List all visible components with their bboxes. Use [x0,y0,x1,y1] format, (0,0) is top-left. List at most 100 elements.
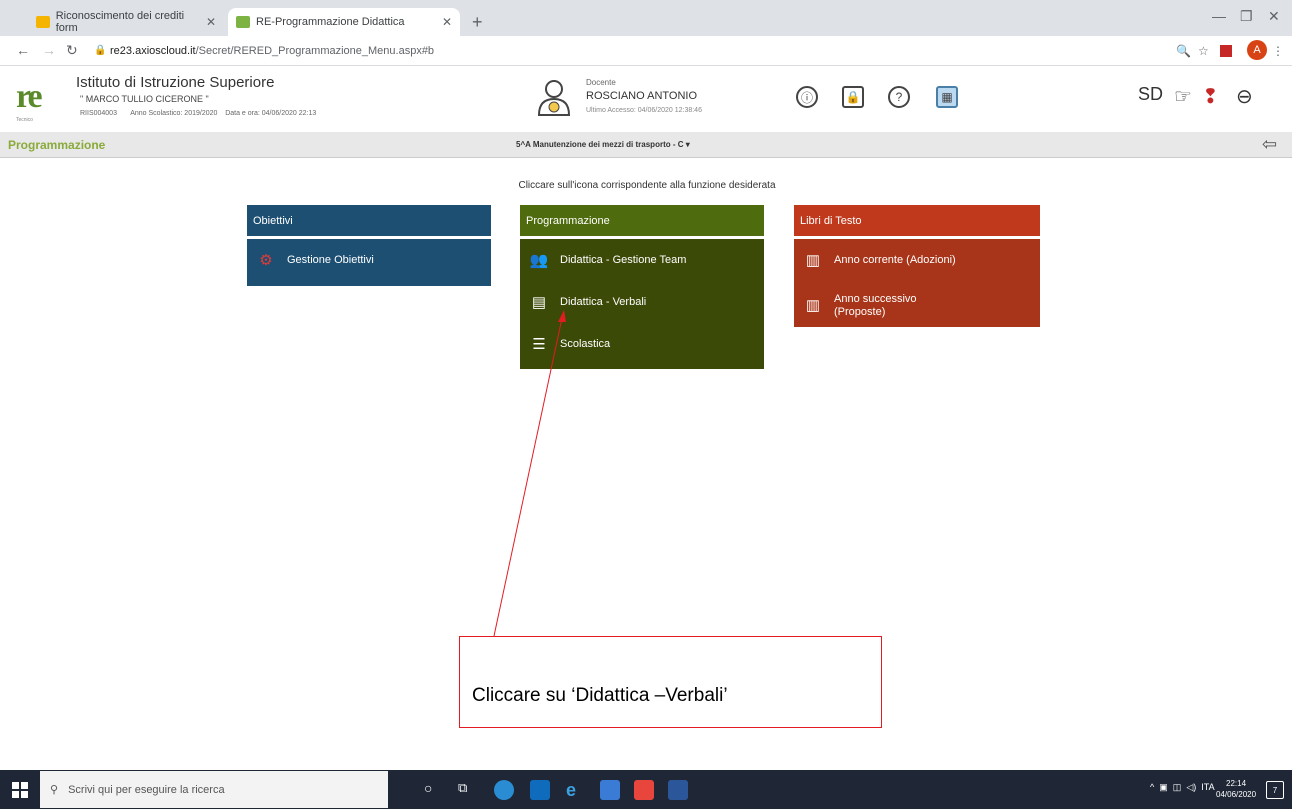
school-name: Istituto di Istruzione Superiore [76,74,275,91]
search-placeholder: Scrivi qui per eseguire la ricerca [68,783,225,796]
zoom-icon[interactable]: 🔍 [1176,44,1191,58]
panel-header: Obiettivi [247,205,491,236]
alert-icon[interactable]: ❢ [1202,84,1219,109]
info-circle-icon[interactable]: ⓘ [796,86,818,108]
language-indicator[interactable]: ITA [1201,782,1214,792]
team-icon: 👥 [529,252,549,269]
browser-tab-inactive[interactable]: Riconoscimento dei crediti form ✕ [28,8,224,36]
browser-tab-active[interactable]: RE-Programmazione Didattica ✕ [228,8,460,36]
panel-header: Programmazione [520,205,764,236]
reload-icon[interactable]: ↻ [66,42,78,59]
windows-taskbar: ⚲ Scrivi qui per eseguire la ricerca ○ ⧉… [0,770,1292,809]
panel-body: ⚙ Gestione Obiettivi [247,239,491,286]
books-icon: ▥ [805,252,821,269]
minimize-button[interactable]: — [1212,8,1226,24]
notification-center-icon[interactable]: 7 [1266,781,1284,799]
extension-icon[interactable] [1220,45,1232,57]
menu-item-label: Gestione Obiettivi [287,254,374,266]
back-arrow-icon[interactable]: ⇦ [1262,134,1277,155]
url-field[interactable]: re23.axioscloud.it /Secret/RERED_Program… [110,40,1170,62]
profile-avatar[interactable]: A [1247,40,1267,60]
tab-favicon-icon [236,16,250,28]
close-window-button[interactable]: ✕ [1268,8,1280,25]
close-tab-icon[interactable]: ✕ [206,15,216,29]
cortana-icon[interactable]: ○ [424,780,444,800]
clock-time: 22:14 [1226,779,1247,788]
taskbar-search-input[interactable]: ⚲ Scrivi qui per eseguire la ricerca [40,771,388,808]
hand-icon[interactable]: ☞ [1174,84,1192,109]
school-code: RIIS004003 [80,110,117,117]
menu-item-label: Anno corrente (Adozioni) [834,254,956,266]
menu-dots-icon[interactable]: ⋮ [1272,44,1284,58]
app-logo: re [16,78,43,115]
volume-icon[interactable]: ◁) [1186,782,1196,792]
word-icon[interactable] [668,780,688,800]
menu-item-gestione-obiettivi[interactable]: ⚙ Gestione Obiettivi [247,239,491,281]
menu-item-scolastica[interactable]: ☰ Scolastica [520,323,764,365]
forward-arrow-icon[interactable]: → [42,42,56,58]
menu-item-anno-successivo[interactable]: ▥ Anno successivo (Proposte) [794,281,1040,331]
panel-libri-di-testo: Libri di Testo ▥ Anno corrente (Adozioni… [794,205,1040,327]
windows-start-icon[interactable] [12,782,28,798]
document-icon: ▤ [531,294,547,311]
task-view-icon[interactable]: ⧉ [458,780,478,800]
menu-item-didattica-verbali[interactable]: ▤ Didattica - Verbali [520,281,764,323]
outlook-icon[interactable] [530,780,550,800]
chevron-up-icon[interactable]: ^ [1150,782,1154,792]
lock-icon[interactable]: 🔒 [842,86,864,108]
menu-item-didattica-gestione-team[interactable]: 👥 Didattica - Gestione Team [520,239,764,281]
url-path: /Secret/RERED_Programmazione_Menu.aspx#b [195,45,435,57]
user-name: ROSCIANO ANTONIO [586,90,698,102]
sd-logo-icon[interactable]: SD [1138,84,1163,105]
ie-icon[interactable]: e [566,780,586,800]
section-title: Programmazione [8,138,106,152]
back-arrow-icon[interactable]: ← [16,42,30,58]
panel-programmazione: Programmazione 👥 Didattica - Gestione Te… [520,205,764,369]
search-icon: ⚲ [50,784,59,796]
app-header: re Tecnico Istituto di Istruzione Superi… [0,66,1292,128]
menu-item-label: Anno successivo (Proposte) [834,292,917,318]
network-icon[interactable]: ▣ [1159,782,1168,792]
close-tab-icon[interactable]: ✕ [442,15,452,29]
logout-icon[interactable]: ⊖ [1236,84,1253,109]
menu-item-anno-corrente[interactable]: ▥ Anno corrente (Adozioni) [794,239,1040,281]
system-tray[interactable]: ^ ▣ ◫ ◁) ITA [1150,782,1215,793]
date-time: Data e ora: 04/06/2020 22:13 [225,110,317,117]
school-meta: RIIS004003 Anno Scolastico: 2019/2020 Da… [80,110,316,117]
browser-tab-bar: Riconoscimento dei crediti form ✕ RE-Pro… [0,0,1292,36]
section-bar: Programmazione 5^A Manutenzione dei mezz… [0,132,1292,158]
maximize-button[interactable]: ❐ [1240,8,1253,25]
logo-subtitle: Tecnico [16,117,33,123]
last-access: Ultimo Accesso: 04/06/2020 12:38:46 [586,107,702,114]
edge-icon[interactable] [494,780,514,800]
callout-text: Cliccare su ‘Didattica –Verbali’ [472,685,728,706]
help-icon[interactable]: ? [888,86,910,108]
new-tab-button[interactable]: + [472,12,483,33]
menu-item-label: Didattica - Gestione Team [560,254,687,266]
chrome-icon[interactable] [634,780,654,800]
wifi-icon[interactable]: ◫ [1173,782,1182,792]
tab-title: Riconoscimento dei crediti form [55,10,185,34]
mail-icon[interactable] [600,780,620,800]
tab-favicon-icon [36,16,50,28]
instruction-text: Cliccare sull'icona corrispondente alla … [518,180,776,191]
books-next-icon: ▥ [805,297,821,314]
panel-body: 👥 Didattica - Gestione Team ▤ Didattica … [520,239,764,369]
class-selector[interactable]: 5^A Manutenzione dei mezzi di trasporto … [516,140,690,149]
taskbar-clock[interactable]: 22:14 04/06/2020 [1216,778,1256,800]
annotation-callout: Cliccare su ‘Didattica –Verbali’ [459,636,882,728]
browser-address-bar: ← → ↻ 🔒 re23.axioscloud.it /Secret/RERED… [0,36,1292,66]
panel-obiettivi: Obiettivi ⚙ Gestione Obiettivi [247,205,491,286]
calendar-grid-icon[interactable]: ▦ [936,86,958,108]
url-host: re23.axioscloud.it [110,45,196,57]
menu-item-label: Didattica - Verbali [560,296,647,308]
menu-item-label: Scolastica [560,338,611,350]
star-icon[interactable]: ☆ [1198,44,1209,58]
school-subtitle: " MARCO TULLIO CICERONE " [80,94,209,104]
tab-title: RE-Programmazione Didattica [256,16,405,28]
school-year: Anno Scolastico: 2019/2020 [130,110,218,117]
lock-icon: 🔒 [94,45,107,56]
objectives-icon: ⚙ [259,252,273,269]
user-role: Docente [586,78,616,87]
panel-body: ▥ Anno corrente (Adozioni) ▥ Anno succes… [794,239,1040,327]
